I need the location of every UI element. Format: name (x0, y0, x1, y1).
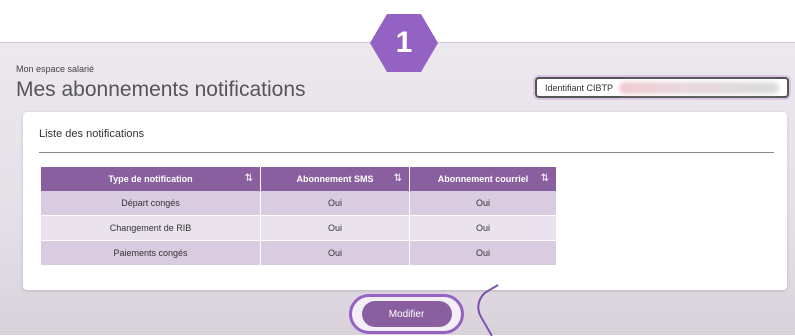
cell-email: Oui (409, 191, 557, 216)
sort-icon[interactable]: ⇅ (394, 173, 402, 184)
table-row: Paiements congés Oui Oui (41, 240, 557, 266)
cell-type: Paiements congés (41, 240, 261, 266)
header-email-label: Abonnement courriel (437, 174, 529, 184)
table-header-row: Type de notification ⇅ Abonnement SMS ⇅ … (41, 167, 557, 191)
cell-sms: Oui (260, 240, 410, 266)
cell-email: Oui (409, 215, 557, 241)
header-email[interactable]: Abonnement courriel ⇅ (409, 167, 557, 191)
identifier-value-redacted (619, 81, 779, 94)
notifications-table: Type de notification ⇅ Abonnement SMS ⇅ … (41, 167, 557, 266)
header-sms-label: Abonnement SMS (296, 174, 374, 184)
cell-email: Oui (409, 240, 557, 266)
header-type-label: Type de notification (108, 174, 193, 184)
header-sms[interactable]: Abonnement SMS ⇅ (260, 167, 410, 191)
cell-sms: Oui (260, 191, 410, 216)
notifications-card: Liste des notifications Type de notifica… (23, 112, 787, 290)
sort-icon[interactable]: ⇅ (541, 173, 549, 184)
cell-sms: Oui (260, 215, 410, 241)
cell-type: Départ congés (41, 191, 261, 216)
page-title: Mes abonnements notifications (16, 78, 306, 101)
sort-icon[interactable]: ⇅ (245, 173, 253, 184)
cell-type: Changement de RIB (41, 215, 261, 241)
identifier-field: Identifiant CIBTP (535, 77, 789, 98)
card-title: Liste des notifications (39, 128, 145, 140)
modify-button[interactable]: Modifier (361, 301, 452, 327)
header-type[interactable]: Type de notification ⇅ (41, 167, 261, 191)
step-number: 1 (395, 26, 413, 59)
card-divider (39, 152, 774, 153)
identifier-label: Identifiant CIBTP (545, 82, 614, 93)
table-row: Changement de RIB Oui Oui (41, 215, 557, 241)
table-row: Départ congés Oui Oui (41, 191, 557, 216)
breadcrumb[interactable]: Mon espace salarié (16, 64, 94, 74)
modify-button-highlight: Modifier (349, 294, 464, 334)
